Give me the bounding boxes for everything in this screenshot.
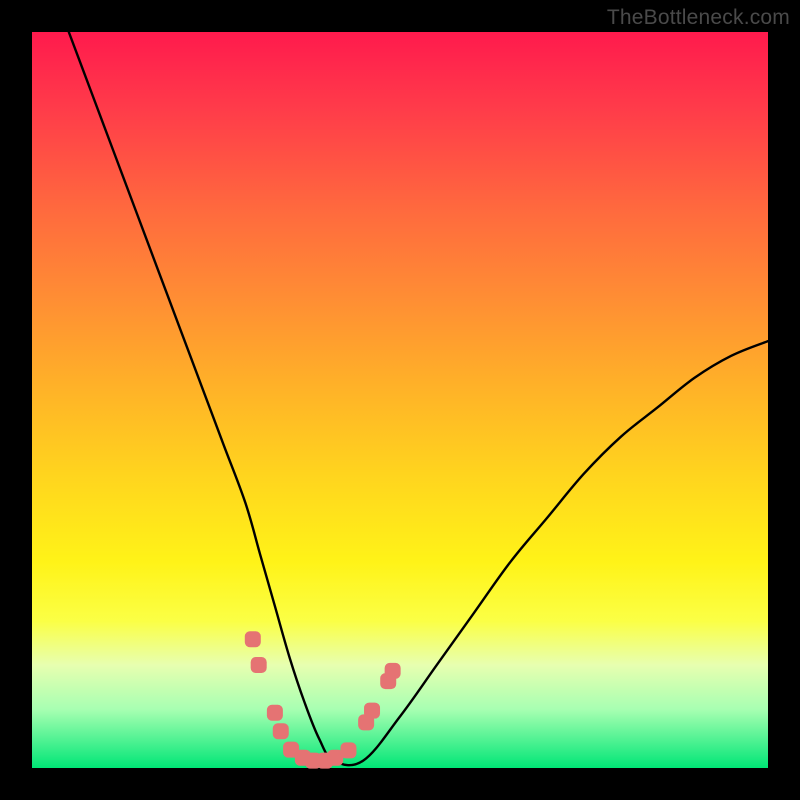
chart-frame: TheBottleneck.com (0, 0, 800, 800)
plot-area (32, 32, 768, 768)
curve-svg (32, 32, 768, 768)
data-dot (340, 742, 356, 758)
data-dot (267, 705, 283, 721)
bottleneck-curve-path (69, 32, 768, 765)
data-dot (385, 663, 401, 679)
data-dot (245, 631, 261, 647)
bottleneck-curve (69, 32, 768, 765)
data-dot (364, 703, 380, 719)
data-dot (273, 723, 289, 739)
data-dot (251, 657, 267, 673)
watermark-text: TheBottleneck.com (607, 6, 790, 30)
